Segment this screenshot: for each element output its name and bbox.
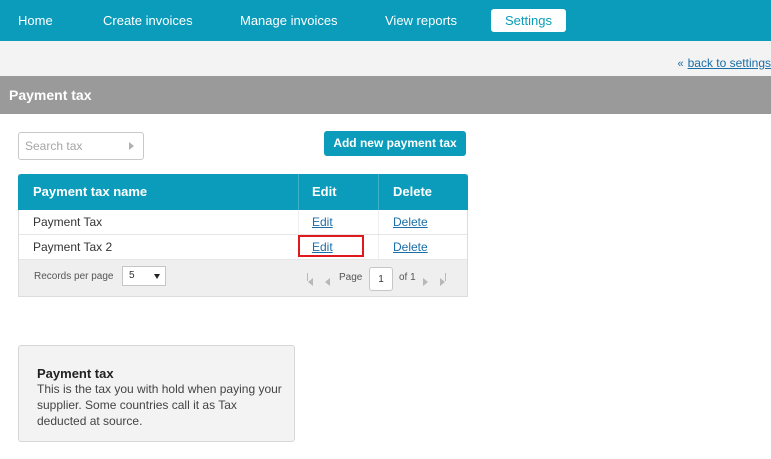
last-page-icon[interactable] [440, 273, 446, 291]
column-divider [298, 210, 299, 234]
payment-tax-table: Payment tax name Edit Delete Payment Tax… [18, 174, 468, 297]
pagination-bar: Records per page 5 Page of 1 [19, 260, 467, 296]
info-description: This is the tax you with hold when payin… [37, 382, 282, 428]
add-new-payment-tax-button[interactable]: Add new payment tax [324, 131, 466, 156]
table-row: Payment Tax 2 Edit Delete [19, 235, 467, 260]
page-total-label: of 1 [399, 272, 416, 283]
info-box: Payment tax This is the tax you with hol… [18, 345, 295, 442]
page-title: Payment tax [9, 87, 92, 103]
nav-item-home[interactable]: Home [18, 0, 53, 41]
info-title: Payment tax [37, 366, 114, 381]
nav-item-manage-invoices[interactable]: Manage invoices [240, 0, 338, 41]
page-label: Page [339, 272, 363, 283]
tax-name-cell: Payment Tax [33, 215, 103, 229]
tax-name-cell: Payment Tax 2 [33, 240, 113, 254]
top-nav: Home Create invoices Manage invoices Vie… [0, 0, 771, 41]
header-divider [298, 174, 299, 210]
records-per-page-select[interactable]: 5 [122, 266, 166, 286]
double-chevron-left-icon: « [677, 58, 684, 70]
records-per-page-value: 5 [129, 270, 135, 281]
column-divider [378, 210, 379, 234]
delete-link[interactable]: Delete [393, 210, 428, 234]
sub-bar: «back to settings [0, 41, 771, 76]
nav-item-create-invoices[interactable]: Create invoices [103, 0, 193, 41]
search-input[interactable] [25, 138, 125, 154]
column-header-delete[interactable]: Delete [393, 174, 432, 210]
page-number-input[interactable] [369, 267, 393, 291]
back-link-label: back to settings [687, 56, 771, 70]
column-divider [378, 235, 379, 259]
nav-item-settings[interactable]: Settings [491, 9, 566, 32]
table-header: Payment tax name Edit Delete [18, 174, 468, 210]
next-page-icon[interactable] [423, 273, 428, 291]
table-row: Payment Tax Edit Delete [19, 210, 467, 235]
search-box [18, 132, 144, 160]
chevron-down-icon [154, 274, 160, 279]
back-to-settings-link[interactable]: «back to settings [677, 56, 771, 70]
edit-link[interactable]: Edit [312, 210, 333, 234]
section-header: Payment tax [0, 76, 771, 114]
prev-page-icon[interactable] [325, 273, 330, 291]
column-header-edit[interactable]: Edit [312, 174, 337, 210]
column-header-name[interactable]: Payment tax name [33, 174, 147, 210]
play-arrow-icon[interactable] [129, 142, 134, 150]
header-divider [378, 174, 379, 210]
nav-item-view-reports[interactable]: View reports [385, 0, 457, 41]
edit-link[interactable]: Edit [312, 235, 333, 259]
records-per-page-label: Records per page [34, 271, 114, 282]
first-page-icon[interactable] [307, 273, 313, 291]
delete-link[interactable]: Delete [393, 235, 428, 259]
